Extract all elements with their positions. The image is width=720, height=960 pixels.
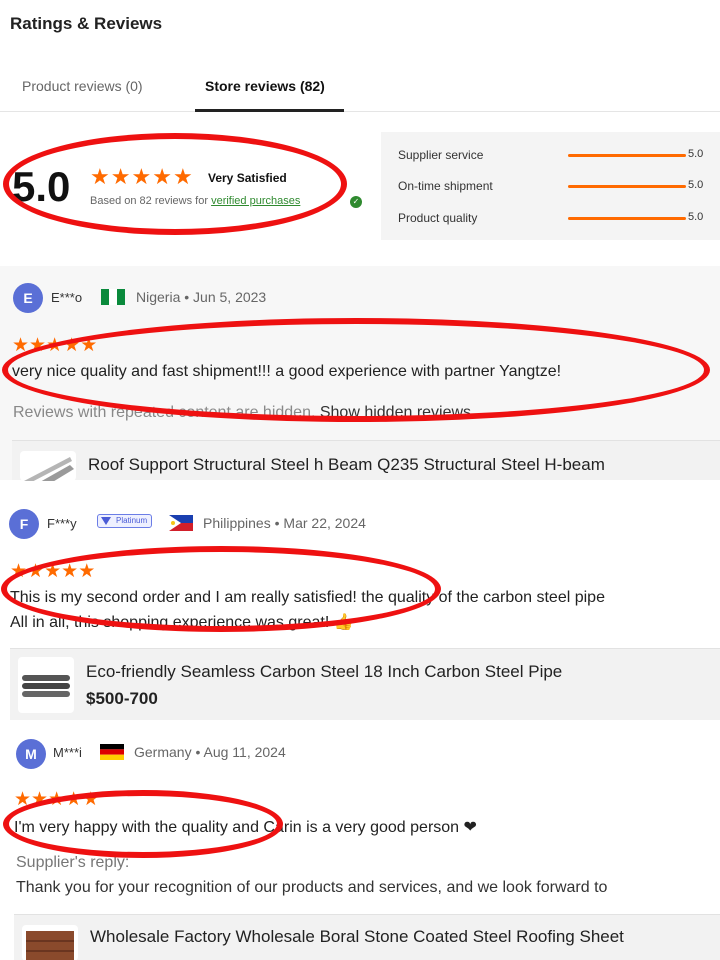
star-icon: ★: [78, 561, 96, 582]
supplier-reply-label: Supplier's reply:: [16, 854, 130, 871]
star-icon: ★: [44, 561, 62, 582]
review-date: Mar 22, 2024: [283, 515, 366, 531]
review-card: M M***i Germany • Aug 11, 2024 ★ ★ ★ ★ ★ I'm…: [0, 732, 720, 960]
review-text: I'm very happy with the quality and Cari…: [14, 819, 477, 836]
rating-value: 5.0: [688, 211, 704, 223]
rating-summary: 5.0 ★ ★ ★ ★ ★ Very Satisfied Based on 82 rev…: [0, 120, 720, 250]
rating-label: Supplier service: [398, 148, 484, 162]
rating-label: Product quality: [398, 211, 478, 225]
rating-row-product-quality: Product quality 5.0: [398, 209, 718, 229]
review-text: very nice quality and fast shipment!!! a…: [12, 363, 562, 380]
reviewed-product-card[interactable]: Eco-friendly Seamless Carbon Steel 18 In…: [10, 648, 720, 720]
review-date: Jun 5, 2023: [193, 289, 267, 305]
star-icon: ★: [29, 335, 47, 356]
product-price: $500-700: [86, 689, 158, 708]
review-card: F F***y Platinum Philippines • Mar 22, 2…: [0, 500, 720, 722]
germany-flag-icon: [100, 744, 124, 760]
avatar: F: [9, 509, 39, 539]
product-name[interactable]: Eco-friendly Seamless Carbon Steel 18 In…: [86, 662, 562, 682]
tab-store-reviews[interactable]: Store reviews (82): [205, 78, 325, 94]
review-date: Aug 11, 2024: [203, 744, 286, 760]
star-icon: ★: [48, 789, 66, 810]
reviewer-name: E***o: [51, 290, 83, 305]
rating-value: 5.0: [688, 179, 704, 191]
star-icon: ★: [80, 335, 98, 356]
review-text-line-1: This is my second order and I am really …: [10, 589, 605, 606]
steel-pipe-image: [22, 675, 70, 697]
product-thumbnail: [18, 657, 74, 713]
review-tabs: Product reviews (0) Store reviews (82): [0, 62, 720, 112]
star-icon: ★: [131, 164, 152, 189]
rating-label: On-time shipment: [398, 179, 493, 193]
tab-product-reviews[interactable]: Product reviews (0): [22, 78, 143, 94]
platinum-badge: Platinum: [97, 514, 153, 528]
star-icon: ★: [152, 164, 172, 189]
star-icon: ★: [82, 789, 100, 810]
review-meta: Germany • Aug 11, 2024: [134, 744, 286, 760]
rating-value: 5.0: [688, 148, 704, 160]
star-icon: ★: [31, 789, 49, 810]
show-hidden-reviews-link[interactable]: Show hidden reviews: [320, 404, 471, 421]
hidden-note-text: Reviews with repeated content are hidden…: [13, 404, 316, 421]
verified-check-icon: ✓: [350, 196, 362, 208]
nigeria-flag-icon: [101, 289, 125, 305]
reviewer-name: M***i: [53, 745, 82, 760]
product-name[interactable]: Wholesale Factory Wholesale Boral Stone …: [90, 927, 624, 947]
roofing-sheet-image: [26, 931, 74, 960]
steel-beam-image: [24, 457, 74, 481]
philippines-flag-icon: [169, 515, 193, 531]
platinum-shield-icon: [101, 517, 111, 525]
star-icon: ★: [110, 164, 131, 189]
verified-purchases-link[interactable]: verified purchases: [211, 195, 300, 207]
star-icon: ★: [65, 789, 83, 810]
avatar: E: [13, 283, 43, 313]
rating-bar: [568, 185, 686, 188]
rating-bar: [568, 154, 686, 157]
satisfaction-label: Very Satisfied: [208, 171, 287, 185]
rating-bar: [568, 217, 686, 220]
review-card: E E***o Nigeria • Jun 5, 2023 ★ ★ ★ ★ ★ very…: [0, 266, 720, 481]
review-basis-prefix: Based on 82 reviews for: [90, 195, 212, 207]
star-icon: ★: [90, 164, 110, 189]
product-thumbnail: [22, 925, 78, 960]
section-title: Ratings & Reviews: [10, 14, 163, 33]
star-icon: ★: [46, 335, 64, 356]
product-name[interactable]: Roof Support Structural Steel h Beam Q23…: [88, 455, 605, 475]
rating-breakdown: Supplier service 5.0 On-time shipment 5.…: [381, 132, 720, 240]
overall-stars: ★ ★ ★ ★ ★: [90, 166, 193, 188]
review-stars: ★ ★ ★ ★ ★: [14, 790, 99, 809]
review-text-line-2: All in all, this shopping experience was…: [10, 614, 354, 631]
review-stars: ★ ★ ★ ★ ★: [12, 336, 97, 355]
star-icon: ★: [172, 164, 193, 189]
reviewer-name: F***y: [47, 516, 77, 531]
avatar: M: [16, 739, 46, 769]
star-icon: ★: [27, 561, 45, 582]
overall-score: 5.0: [12, 163, 71, 210]
review-meta: Nigeria • Jun 5, 2023: [136, 289, 267, 305]
review-basis-text: Based on 82 reviews for verified purchas…: [90, 195, 300, 207]
star-icon: ★: [61, 561, 79, 582]
review-stars: ★ ★ ★ ★ ★: [10, 562, 95, 581]
star-icon: ★: [10, 561, 28, 582]
product-thumbnail: [20, 451, 76, 481]
star-icon: ★: [14, 789, 32, 810]
reviewed-product-card[interactable]: Wholesale Factory Wholesale Boral Stone …: [14, 914, 720, 960]
star-icon: ★: [12, 335, 30, 356]
rating-row-on-time-shipment: On-time shipment 5.0: [398, 177, 718, 197]
reviewer-country: Germany: [134, 744, 192, 760]
reviewer-country: Nigeria: [136, 289, 181, 305]
review-meta: Philippines • Mar 22, 2024: [203, 515, 366, 531]
active-tab-indicator: [195, 109, 344, 112]
hidden-reviews-note: Reviews with repeated content are hidden…: [13, 404, 471, 422]
badge-label: Platinum: [116, 516, 148, 525]
star-icon: ★: [63, 335, 81, 356]
supplier-reply-text: Thank you for your recognition of our pr…: [16, 879, 608, 896]
rating-row-supplier-service: Supplier service 5.0: [398, 146, 718, 166]
reviewer-country: Philippines: [203, 515, 271, 531]
reviewed-product-card[interactable]: Roof Support Structural Steel h Beam Q23…: [12, 440, 720, 481]
